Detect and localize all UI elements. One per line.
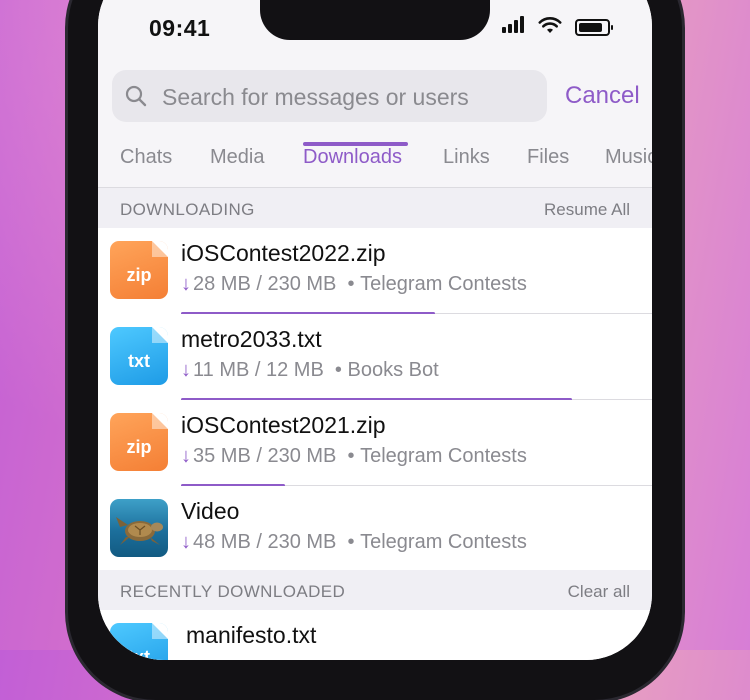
file-meta: ↓ 35 MB / 230 MB • Telegram Contests: [181, 445, 527, 467]
file-size: 28 MB / 230 MB: [193, 273, 337, 295]
tab-downloads[interactable]: Downloads: [303, 146, 402, 169]
search-input[interactable]: [160, 80, 544, 114]
download-row[interactable]: Video ↓ 48 MB / 230 MB • Telegram Contest…: [98, 486, 652, 573]
recent-section-header: RECENTLY DOWNLOADED Clear all: [98, 570, 652, 610]
tab-files[interactable]: Files: [527, 146, 569, 169]
zip-file-icon: zip: [110, 241, 168, 299]
file-name: iOSContest2021.zip: [181, 412, 386, 438]
file-size: 11 MB / 12 MB: [193, 359, 324, 381]
section-title-downloading: DOWNLOADING: [120, 200, 255, 219]
phone-screen: 09:41 Cancel Chats Media Downloads Links…: [98, 0, 652, 660]
file-name: iOSContest2022.zip: [181, 240, 386, 266]
download-arrow-icon: ↓: [181, 531, 191, 553]
recent-row[interactable]: txt manifesto.txt: [98, 610, 652, 660]
section-title-recent: RECENTLY DOWNLOADED: [120, 582, 346, 601]
dynamic-island: [260, 0, 490, 40]
turtle-image: [116, 517, 163, 545]
file-size: 35 MB / 230 MB: [193, 445, 337, 467]
status-time: 09:41: [149, 15, 211, 41]
wifi-icon: [538, 17, 562, 33]
download-row[interactable]: zip iOSContest2021.zip ↓ 35 MB / 230 MB •…: [98, 400, 652, 487]
tab-media[interactable]: Media: [210, 146, 264, 169]
txt-file-icon: txt: [110, 623, 168, 660]
download-arrow-icon: ↓: [181, 273, 191, 295]
resume-all-button[interactable]: Resume All: [544, 200, 630, 220]
file-meta: ↓ 11 MB / 12 MB • Books Bot: [181, 359, 439, 381]
tab-chats[interactable]: Chats: [120, 146, 172, 169]
search-icon: [125, 85, 147, 107]
search-bar[interactable]: [112, 70, 547, 122]
battery-icon: [575, 19, 613, 36]
file-source: Telegram Contests: [360, 445, 527, 467]
cellular-signal-icon: [502, 15, 528, 35]
file-meta: ↓ 28 MB / 230 MB • Telegram Contests: [181, 273, 527, 295]
file-size: 48 MB / 230 MB: [193, 531, 337, 553]
download-arrow-icon: ↓: [181, 359, 191, 381]
file-source: Telegram Contests: [360, 273, 527, 295]
download-arrow-icon: ↓: [181, 445, 191, 467]
file-meta: ↓ 48 MB / 230 MB • Telegram Contests: [181, 531, 527, 553]
file-name: manifesto.txt: [186, 622, 317, 648]
active-tab-indicator: [303, 142, 408, 146]
tab-bar: Chats Media Downloads Links Files Music: [98, 140, 652, 188]
video-thumbnail-icon: [110, 499, 168, 557]
clear-all-button[interactable]: Clear all: [568, 582, 630, 602]
downloading-section-header: DOWNLOADING Resume All: [98, 188, 652, 228]
file-source: Telegram Contests: [360, 531, 527, 553]
file-name: Video: [181, 498, 240, 524]
txt-file-icon: txt: [110, 327, 168, 385]
download-row[interactable]: zip iOSContest2022.zip ↓ 28 MB / 230 MB •…: [98, 228, 652, 315]
cancel-button[interactable]: Cancel: [565, 82, 640, 110]
tab-music[interactable]: Music: [605, 146, 652, 169]
tab-links[interactable]: Links: [443, 146, 490, 169]
zip-file-icon: zip: [110, 413, 168, 471]
download-row[interactable]: txt metro2033.txt ↓ 11 MB / 12 MB • Books…: [98, 314, 652, 401]
file-source: Books Bot: [347, 359, 439, 381]
file-name: metro2033.txt: [181, 326, 322, 352]
